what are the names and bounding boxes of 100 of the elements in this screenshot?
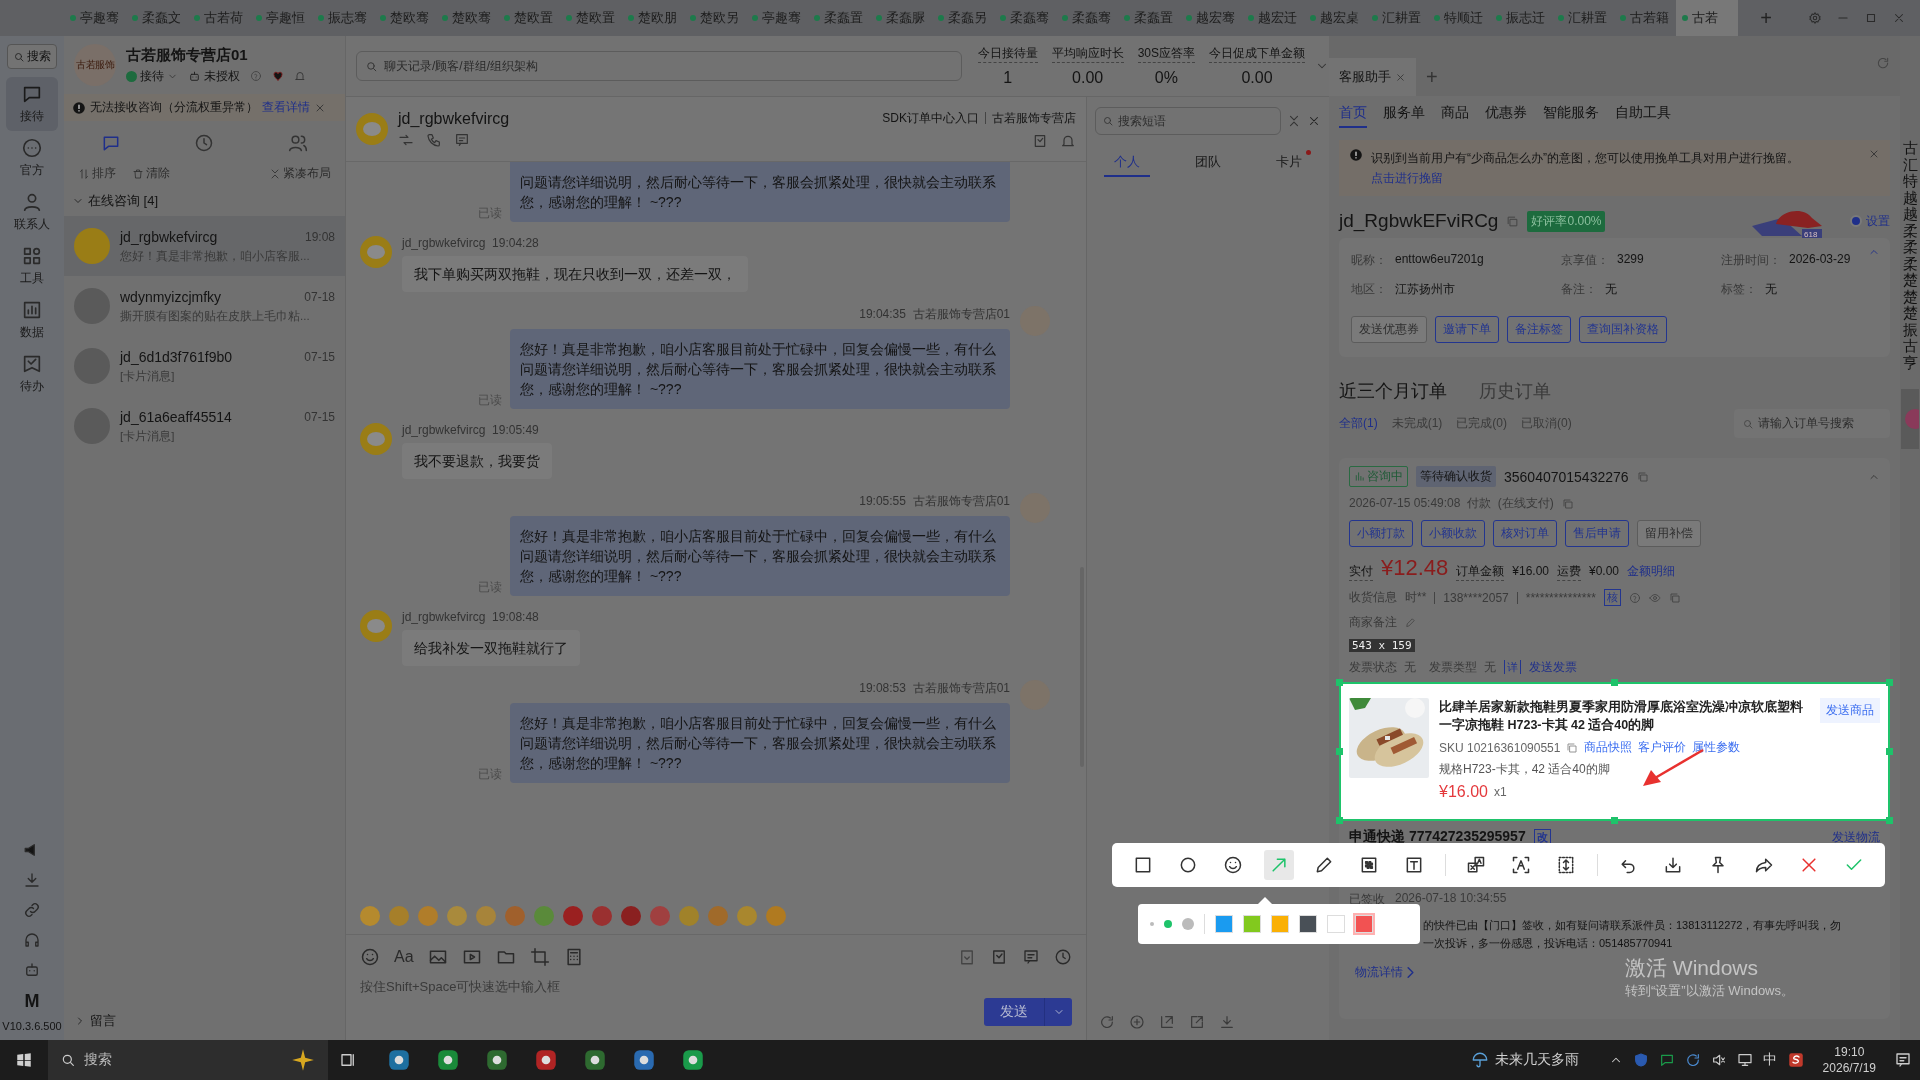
new-tab-button[interactable]: + <box>1754 6 1778 30</box>
order-button[interactable]: 核对订单 <box>1493 520 1557 547</box>
close-icon[interactable] <box>1892 11 1906 25</box>
close-icon[interactable] <box>1307 114 1321 128</box>
order-button[interactable]: 售后申请 <box>1565 520 1629 547</box>
resize-handle[interactable] <box>1886 817 1893 824</box>
list-action[interactable]: 紧凑布局 <box>269 165 331 182</box>
send-invoice-link[interactable]: 发送发票 <box>1528 660 1577 674</box>
help-icon[interactable] <box>250 70 262 82</box>
weather-widget[interactable]: 未来几天多雨 <box>1470 1051 1579 1069</box>
emoji-icon[interactable] <box>563 906 583 926</box>
browser-tab[interactable]: 亭趣恒 <box>250 0 312 36</box>
browser-tab[interactable]: 柔蠢置 <box>808 0 870 36</box>
eye-icon[interactable] <box>1648 591 1661 604</box>
resize-handle[interactable] <box>1610 817 1618 824</box>
brush-size-option[interactable] <box>1150 922 1154 926</box>
resize-handle[interactable] <box>1610 679 1618 686</box>
order-center-link[interactable]: SDK订单中心入口 <box>882 109 979 127</box>
emoji-icon[interactable] <box>737 906 757 926</box>
transfer-icon[interactable] <box>398 132 414 148</box>
store-link[interactable]: 古若服饰专营店 <box>992 109 1076 127</box>
add-icon[interactable] <box>1129 1014 1145 1030</box>
nav-item[interactable]: 联系人 <box>6 185 58 239</box>
taskbar-clock[interactable]: 19:10 2026/7/19 <box>1822 1044 1876 1076</box>
network-icon[interactable] <box>1736 1052 1753 1068</box>
copy-icon[interactable] <box>1636 470 1649 483</box>
browser-tab[interactable]: 楚欧骞 <box>374 0 436 36</box>
browser-tab[interactable]: 越宏桌 <box>1304 0 1366 36</box>
notification-icon[interactable] <box>1894 1051 1912 1069</box>
assistant-tab[interactable]: 客服助手 <box>1329 58 1416 96</box>
browser-tab[interactable]: 柔蠢骞 <box>1056 0 1118 36</box>
order-button[interactable]: 小额收款 <box>1421 520 1485 547</box>
color-swatch[interactable] <box>1299 915 1317 933</box>
browser-tab[interactable]: 柔蠢文 <box>126 0 188 36</box>
close-icon[interactable] <box>1868 148 1880 160</box>
browser-tab[interactable]: 振志骞 <box>312 0 374 36</box>
font-button[interactable]: Aa <box>394 948 414 966</box>
browser-tab[interactable]: 楚欧置 <box>560 0 622 36</box>
browser-tab[interactable]: 楚欧置 <box>498 0 560 36</box>
new-tab-button[interactable]: + <box>1426 58 1438 96</box>
resize-handle[interactable] <box>1336 679 1343 686</box>
order-tab[interactable]: 近三个月订单 <box>1339 379 1447 403</box>
expand-icon[interactable] <box>1287 114 1301 128</box>
browser-tab[interactable]: 振志迁 <box>1490 0 1552 36</box>
volume-icon[interactable] <box>1710 1052 1727 1068</box>
nav-tab[interactable]: 服务单 <box>1383 104 1425 128</box>
action-button[interactable]: 邀请下单 <box>1435 316 1499 343</box>
copy-icon[interactable] <box>1506 214 1520 228</box>
browser-tab[interactable]: 越宏骞 <box>1180 0 1242 36</box>
invoice-detail-button[interactable]: 详 <box>1503 660 1521 674</box>
color-swatch[interactable] <box>1355 915 1373 933</box>
order-button[interactable]: 小额打款 <box>1349 520 1413 547</box>
color-swatch[interactable] <box>1327 915 1345 933</box>
amount-details-link[interactable]: 金额明细 <box>1627 563 1676 580</box>
edit-icon[interactable] <box>1405 617 1416 628</box>
product-link[interactable]: 商品快照 <box>1584 739 1633 756</box>
send-product-button[interactable]: 发送商品 <box>1820 698 1880 723</box>
refresh-icon[interactable] <box>1099 1014 1115 1030</box>
phone-icon[interactable] <box>426 132 442 148</box>
order-search-field[interactable]: 请输入订单号搜索 <box>1734 409 1890 438</box>
note-icon[interactable] <box>454 132 470 148</box>
logistics-link[interactable]: 物流详情 <box>1349 964 1416 981</box>
bell-icon[interactable] <box>294 70 306 82</box>
group-header[interactable]: 在线咨询 [4] <box>64 186 345 216</box>
resize-handle[interactable] <box>1336 817 1343 824</box>
settings-option[interactable]: 设置 <box>1850 212 1890 230</box>
brush-size-option[interactable] <box>1182 918 1194 930</box>
logo[interactable]: M <box>24 991 40 1012</box>
details-link[interactable]: 查看详情 <box>262 99 310 116</box>
resize-handle[interactable] <box>1886 747 1893 755</box>
browser-tab[interactable]: 特顺迁 <box>1428 0 1490 36</box>
chat-bot-icon[interactable] <box>23 961 41 979</box>
browser-tab[interactable]: 古若 <box>1676 0 1738 36</box>
help-icon[interactable] <box>1628 591 1641 604</box>
browser-tab[interactable]: 柔蠢置 <box>1118 0 1180 36</box>
export-icon[interactable] <box>1189 1014 1205 1030</box>
taskbar-search-field[interactable]: 搜索 <box>48 1040 328 1080</box>
link-icon[interactable] <box>23 901 41 919</box>
action-button[interactable]: 查询国补资格 <box>1579 316 1667 343</box>
windows-icon[interactable] <box>15 1051 33 1069</box>
send-logistics-link[interactable]: 发送物流 <box>1832 829 1880 845</box>
sync-icon[interactable] <box>1684 1052 1701 1068</box>
emoji-icon[interactable] <box>447 906 467 926</box>
browser-tab[interactable]: 柔蠢脲 <box>870 0 932 36</box>
emoji-icon[interactable] <box>621 906 641 926</box>
emoji-icon[interactable] <box>360 906 380 926</box>
search-field[interactable]: 聊天记录/顾客/群组/组织架构 <box>356 51 962 81</box>
nav-item[interactable]: 待办 <box>6 347 58 401</box>
nav-item[interactable]: 接待 <box>6 77 58 131</box>
shield-icon[interactable] <box>1632 1052 1649 1068</box>
emoji-icon[interactable] <box>360 947 380 967</box>
nav-item[interactable]: 官方 <box>6 131 58 185</box>
import-icon[interactable] <box>1159 1014 1175 1030</box>
emoji-icon[interactable] <box>650 906 670 926</box>
list-action[interactable]: 排序 <box>78 165 116 182</box>
browser-tab[interactable]: 汇耕置 <box>1552 0 1614 36</box>
product-link[interactable]: 客户评价 <box>1638 739 1687 756</box>
input-app-icon[interactable] <box>1786 1051 1805 1069</box>
copy-icon[interactable] <box>1561 497 1574 510</box>
download-icon[interactable] <box>1219 1014 1235 1030</box>
